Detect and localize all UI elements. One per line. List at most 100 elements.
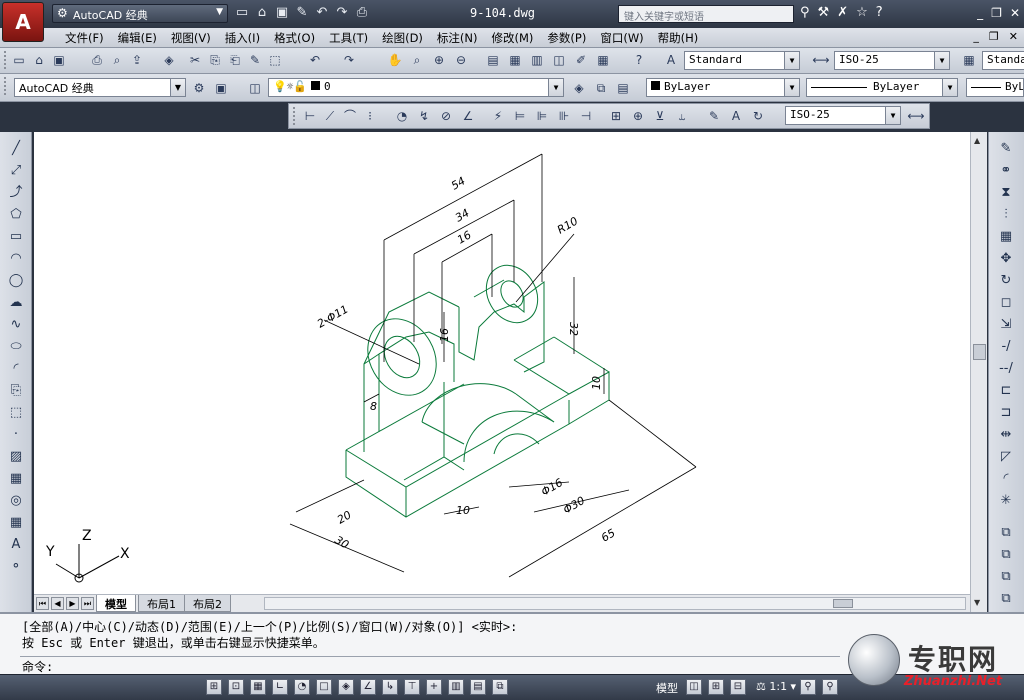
print-preview-icon[interactable]: ⌕ [108,51,126,69]
redo-icon[interactable]: ↷ [334,5,350,21]
dim-style-dropdown[interactable]: ISO-25 ▼ [834,51,950,70]
drawing-canvas[interactable]: 54 34 16 R10 2-Φ11 32 16 8 10 20 30 10 Φ… [34,132,970,594]
polar-icon[interactable]: ◔ [294,679,310,695]
menu-item-5[interactable]: 工具(T) [322,30,375,46]
array-icon[interactable]: ▦ [997,228,1015,246]
doc-close-icon[interactable]: ✕ [1009,30,1018,43]
application-menu-button[interactable]: A [2,2,44,42]
save-as-icon[interactable]: ✎ [294,5,310,21]
dimension-style-icon[interactable]: ⟷ [907,107,925,125]
construction-line-icon[interactable]: ⤢ [7,162,25,180]
ducs-icon[interactable]: ↳ [382,679,398,695]
add-selected-icon[interactable]: ⚬ [7,558,25,576]
polyline-icon[interactable]: ⤴ [7,184,25,202]
undo-icon[interactable]: ↶ [306,51,324,69]
rectangle-icon[interactable]: ▭ [7,228,25,246]
layer-previous-icon[interactable]: ⧉ [592,79,610,97]
menu-item-4[interactable]: 格式(O) [267,30,322,46]
gradient-icon[interactable]: ▦ [7,470,25,488]
block-editor-icon[interactable]: ⬚ [266,51,284,69]
point-icon[interactable]: · [7,426,25,444]
ordinate-icon[interactable]: ⁝ [361,107,379,125]
menu-item-8[interactable]: 修改(M) [485,30,541,46]
hatch-icon[interactable]: ▨ [7,448,25,466]
menu-item-10[interactable]: 窗口(W) [593,30,650,46]
restore-icon[interactable]: ❐ [991,6,1002,20]
help-icon[interactable]: ? [876,5,883,20]
dyn-icon[interactable]: ⊤ [404,679,420,695]
extend-icon[interactable]: --/ [997,360,1015,378]
cut-icon[interactable]: ✂ [186,51,204,69]
baseline-icon[interactable]: ⊨ [511,107,529,125]
draw-order-icon[interactable]: ⧉ [997,524,1015,542]
dim-text-edit-icon[interactable]: A [727,107,745,125]
trim-icon[interactable]: -/ [997,338,1015,356]
last-tab-icon[interactable]: ⏭ [81,597,94,610]
help-icon[interactable]: ? [630,51,648,69]
zoom-realtime-icon[interactable]: ⌕ [408,51,426,69]
ellipse-icon[interactable]: ⬭ [7,338,25,356]
table-style-icon[interactable]: ▦ [960,51,978,69]
binoculars-icon[interactable]: ⚲ [800,5,810,20]
dim-style-icon[interactable]: ⟷ [812,51,830,69]
revision-cloud-icon[interactable]: ☁ [7,294,25,312]
tab-layout1[interactable]: 布局1 [138,595,185,612]
insert-block-icon[interactable]: ⎘ [7,382,25,400]
horizontal-scroll-thumb[interactable] [833,599,853,608]
menu-item-6[interactable]: 绘图(D) [375,30,430,46]
chamfer-icon[interactable]: ◸ [997,448,1015,466]
text-style-icon[interactable]: A [662,51,680,69]
fillet-icon[interactable]: ◜ [997,470,1015,488]
arc-icon[interactable]: ◠ [7,250,25,268]
snap-icon[interactable]: ⊡ [228,679,244,695]
bring-above-icon[interactable]: ⧉ [997,590,1015,608]
match-properties-icon[interactable]: ✎ [246,51,264,69]
auto-scale-icon[interactable]: ⚲ [822,679,838,695]
vertical-scrollbar[interactable]: ▲ ▼ [970,132,987,612]
exchange-icon[interactable]: ✗ [837,5,848,20]
grid-icon[interactable]: ▦ [250,679,266,695]
save-icon[interactable]: ▣ [50,51,68,69]
layer-properties-icon[interactable]: ◫ [246,79,264,97]
toolbar-grip[interactable] [4,77,8,95]
line-icon[interactable]: ╱ [7,140,25,158]
dim-update-icon[interactable]: ↻ [749,107,767,125]
first-tab-icon[interactable]: ⏮ [36,597,49,610]
3d-dwf-icon[interactable]: ◈ [160,51,178,69]
properties-icon[interactable]: ▤ [484,51,502,69]
workspace-save-icon[interactable]: ▣ [212,79,230,97]
quick-properties-icon[interactable]: ▤ [470,679,486,695]
break-at-point-icon[interactable]: ⊏ [997,382,1015,400]
menu-item-7[interactable]: 标注(N) [430,30,485,46]
tab-layout2[interactable]: 布局2 [184,595,231,612]
search-input[interactable]: 键入关键字或短语 [618,5,794,23]
menu-item-2[interactable]: 视图(V) [164,30,218,46]
workspace-toolbar-dropdown[interactable]: AutoCAD 经典 ▼ [14,78,186,97]
horizontal-scrollbar[interactable] [264,597,966,610]
next-tab-icon[interactable]: ▶ [66,597,79,610]
color-dropdown[interactable]: ByLayer ▼ [646,78,800,97]
copy-object-icon[interactable]: ⚭ [997,162,1015,180]
jogged-icon[interactable]: ↯ [415,107,433,125]
inspect-icon[interactable]: ⊻ [651,107,669,125]
favorites-icon[interactable]: ☆ [856,5,868,20]
save-icon[interactable]: ▣ [274,5,290,21]
send-back-icon[interactable]: ⧉ [997,568,1015,586]
linear-dim-icon[interactable]: ⊢ [301,107,319,125]
stretch-icon[interactable]: ⇲ [997,316,1015,334]
zoom-window-icon[interactable]: ⊕ [430,51,448,69]
calculator-icon[interactable]: ▦ [594,51,612,69]
3d-osnap-icon[interactable]: ◈ [338,679,354,695]
rotate-icon[interactable]: ↻ [997,272,1015,290]
vertical-scroll-thumb[interactable] [973,344,986,360]
copy-icon[interactable]: ⎘ [206,51,224,69]
new-file-icon[interactable]: ▭ [234,5,250,21]
sheet-set-icon[interactable]: ◫ [550,51,568,69]
workspace-settings-icon[interactable]: ⚙ [190,79,208,97]
toolbar-grip[interactable] [4,51,8,69]
scroll-up-icon[interactable]: ▲ [974,136,980,145]
transparency-icon[interactable]: ▥ [448,679,464,695]
tab-model[interactable]: 模型 [96,595,136,612]
center-mark-icon[interactable]: ⊕ [629,107,647,125]
ortho-icon[interactable]: ∟ [272,679,288,695]
